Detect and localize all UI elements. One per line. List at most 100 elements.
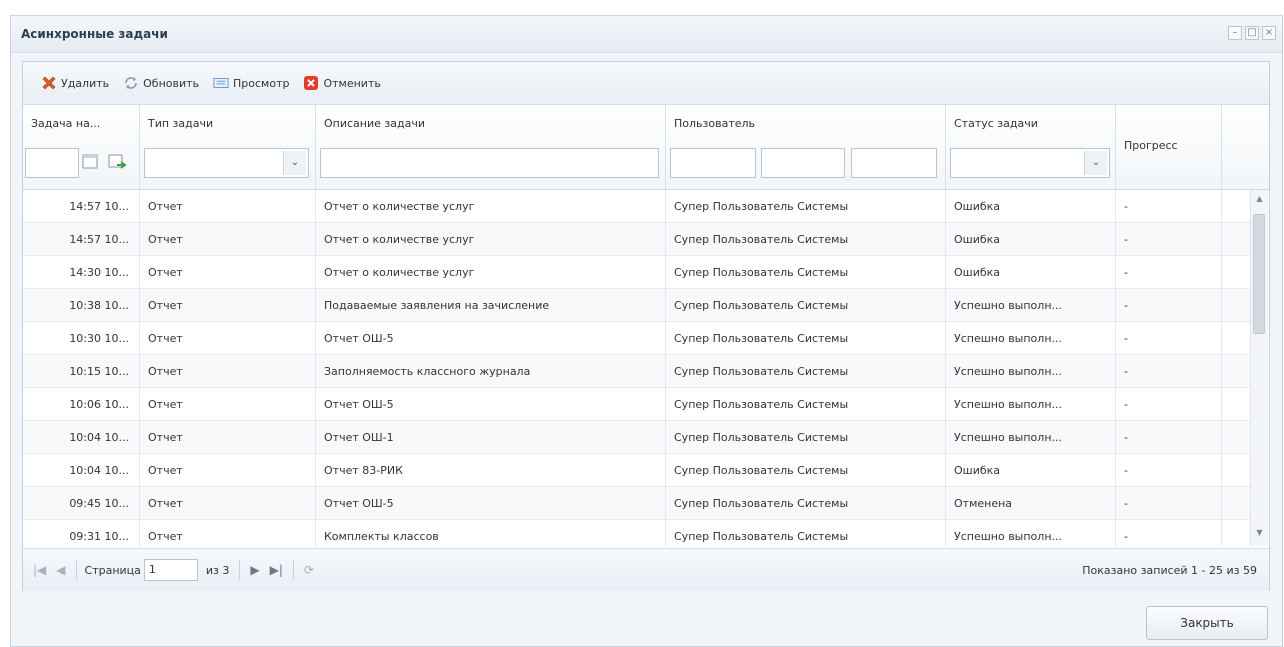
progress-cell: - [1116,355,1222,388]
progress-cell: - [1116,223,1222,256]
column-header-status[interactable]: Статус задачи ⌄ [946,105,1116,189]
scroll-down-icon[interactable]: ▼ [1251,528,1268,542]
start-time-cell: 10:06 10... [23,388,140,421]
task-status-cell: Отменена [946,487,1116,520]
column-header-progress[interactable]: Прогресс [1116,105,1222,189]
tasks-grid-panel: Удалить Обновить Просмотр Отменить Задач… [22,61,1270,591]
column-header-type[interactable]: Тип задачи ⌄ [140,105,316,189]
chevron-down-icon[interactable]: ⌄ [1084,151,1107,175]
table-row[interactable]: 09:45 10... Отчет Отчет ОШ-5 Супер Пользова… [23,487,1251,520]
progress-cell: - [1116,388,1222,421]
table-row[interactable]: 10:15 10... Отчет Заполняемость классного … [23,355,1251,388]
progress-cell: - [1116,289,1222,322]
vertical-scrollbar[interactable]: ▲ ▼ [1250,190,1268,546]
page-count-label: из 3 [205,563,230,577]
task-status-cell: Ошибка [946,454,1116,487]
task-description-cell: Отчет о количестве услуг [316,256,666,289]
column-header-description[interactable]: Описание задачи [316,105,666,189]
progress-cell: - [1116,190,1222,223]
view-button[interactable]: Просмотр [213,75,289,91]
task-type-cell: Отчет [140,487,316,520]
delete-icon [41,75,57,91]
minimize-button[interactable]: – [1228,26,1242,40]
user-lastname-filter[interactable] [670,148,756,178]
user-cell: Супер Пользователь Системы [666,256,946,289]
task-status-cell: Успешно выполн... [946,388,1116,421]
user-firstname-filter[interactable] [761,148,845,178]
start-time-cell: 10:15 10... [23,355,140,388]
start-time-cell: 09:31 10... [23,520,140,546]
grid-body: 14:57 10... Отчет Отчет о количестве услуг… [23,190,1251,546]
status-filter-combo[interactable]: ⌄ [950,148,1110,178]
task-description-cell: Отчет ОШ-1 [316,421,666,454]
async-tasks-window: Асинхронные задачи – □ × Удалить Обновит… [10,15,1283,647]
column-label-progress: Прогресс [1124,139,1178,152]
start-time-cell: 14:30 10... [23,256,140,289]
chevron-down-icon[interactable]: ⌄ [283,151,306,175]
progress-cell: - [1116,256,1222,289]
task-description-cell: Отчет 83-РИК [316,454,666,487]
reload-icon[interactable]: ⟳ [304,563,314,577]
table-row[interactable]: 10:38 10... Отчет Подаваемые заявления на … [23,289,1251,322]
task-type-cell: Отчет [140,223,316,256]
table-row[interactable]: 10:04 10... Отчет Отчет 83-РИК Супер Пользо… [23,454,1251,487]
user-cell: Супер Пользователь Системы [666,355,946,388]
start-date-filter[interactable] [25,148,79,178]
type-filter-combo[interactable]: ⌄ [144,148,309,178]
table-row[interactable]: 14:57 10... Отчет Отчет о количестве услуг… [23,190,1251,223]
toolbar: Удалить Обновить Просмотр Отменить [23,62,1269,105]
maximize-button[interactable]: □ [1245,26,1259,40]
first-page-icon[interactable]: |◀ [33,563,46,577]
task-status-cell: Успешно выполн... [946,355,1116,388]
task-description-cell: Подаваемые заявления на зачисление [316,289,666,322]
table-row[interactable]: 14:57 10... Отчет Отчет о количестве услуг… [23,223,1251,256]
next-page-icon[interactable]: ▶ [250,563,259,577]
records-status: Показано записей 1 - 25 из 59 [1082,563,1257,577]
last-page-icon[interactable]: ▶| [270,563,283,577]
task-description-cell: Отчет ОШ-5 [316,388,666,421]
task-status-cell: Ошибка [946,223,1116,256]
task-type-cell: Отчет [140,355,316,388]
column-label-type: Тип задачи [148,117,214,130]
view-label: Просмотр [233,76,290,90]
progress-cell: - [1116,454,1222,487]
task-type-cell: Отчет [140,322,316,355]
column-header-start[interactable]: Задача на... [23,105,140,189]
close-window-button[interactable]: × [1262,26,1276,40]
table-row[interactable]: 10:06 10... Отчет Отчет ОШ-5 Супер Пользова… [23,388,1251,421]
prev-page-icon[interactable]: ◀ [56,563,65,577]
description-filter-input[interactable] [320,148,659,178]
task-status-cell: Ошибка [946,256,1116,289]
task-type-cell: Отчет [140,256,316,289]
calendar-icon[interactable] [82,153,98,172]
table-row[interactable]: 14:30 10... Отчет Отчет о количестве услуг… [23,256,1251,289]
scroll-up-icon[interactable]: ▲ [1251,194,1268,208]
cancel-task-button[interactable]: Отменить [303,75,381,91]
window-titlebar: Асинхронные задачи [11,16,1282,53]
task-status-cell: Успешно выполн... [946,289,1116,322]
task-type-cell: Отчет [140,421,316,454]
page-number-input[interactable]: 1 [143,559,198,581]
scroll-thumb[interactable] [1253,214,1265,334]
table-row[interactable]: 10:30 10... Отчет Отчет ОШ-5 Супер Пользова… [23,322,1251,355]
close-button[interactable]: Закрыть [1146,606,1268,640]
cancel-icon [303,75,319,91]
progress-cell: - [1116,421,1222,454]
grid-header: Задача на... Тип задачи ⌄ Описание задач… [23,105,1269,190]
start-time-cell: 10:38 10... [23,289,140,322]
column-header-user[interactable]: Пользователь [666,105,946,189]
table-row[interactable]: 09:31 10... Отчет Комплекты классов Супер П… [23,520,1251,546]
calendar-clear-icon[interactable] [108,153,127,174]
refresh-button[interactable]: Обновить [123,75,199,91]
table-row[interactable]: 10:04 10... Отчет Отчет ОШ-1 Супер Пользова… [23,421,1251,454]
refresh-label: Обновить [143,76,200,90]
task-type-cell: Отчет [140,454,316,487]
delete-button[interactable]: Удалить [41,75,109,91]
column-label-user: Пользователь [674,117,756,130]
user-cell: Супер Пользователь Системы [666,487,946,520]
delete-label: Удалить [61,76,110,90]
task-description-cell: Комплекты классов [316,520,666,546]
task-status-cell: Успешно выполн... [946,421,1116,454]
window-controls: – □ × [1228,26,1276,40]
user-middlename-filter[interactable] [851,148,937,178]
